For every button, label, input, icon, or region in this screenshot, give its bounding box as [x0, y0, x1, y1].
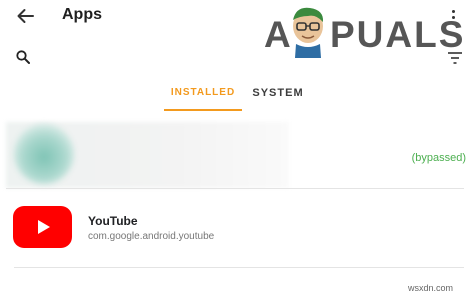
tab-installed[interactable]: INSTALLED [164, 84, 242, 112]
mascot-icon [293, 7, 324, 58]
divider [14, 267, 464, 268]
tab-system[interactable]: SYSTEM [248, 84, 308, 112]
youtube-icon [13, 206, 72, 248]
more-vert-dot [451, 15, 455, 19]
watermark: wsxdn.com [408, 283, 454, 293]
play-icon [37, 220, 50, 234]
more-vert-dot [451, 21, 455, 25]
arrow-left-icon [17, 9, 34, 23]
filter-button[interactable] [446, 50, 464, 66]
tab-selected-indicator [164, 109, 242, 111]
blurred-app-icon [14, 124, 74, 184]
app-name: YouTube [88, 214, 138, 228]
more-options-button[interactable] [446, 6, 460, 28]
search-icon [16, 50, 30, 64]
more-vert-icon [451, 9, 455, 13]
page-title: Apps [62, 6, 102, 23]
back-button[interactable] [10, 4, 40, 28]
app-package: com.google.android.youtube [88, 231, 215, 242]
status-badge: (bypassed) [411, 152, 466, 164]
logo-letter: A [264, 14, 293, 55]
divider [6, 188, 464, 189]
search-button[interactable] [12, 46, 34, 68]
appuals-logo: A PUALS [262, 6, 474, 58]
filter-icon [448, 52, 462, 64]
